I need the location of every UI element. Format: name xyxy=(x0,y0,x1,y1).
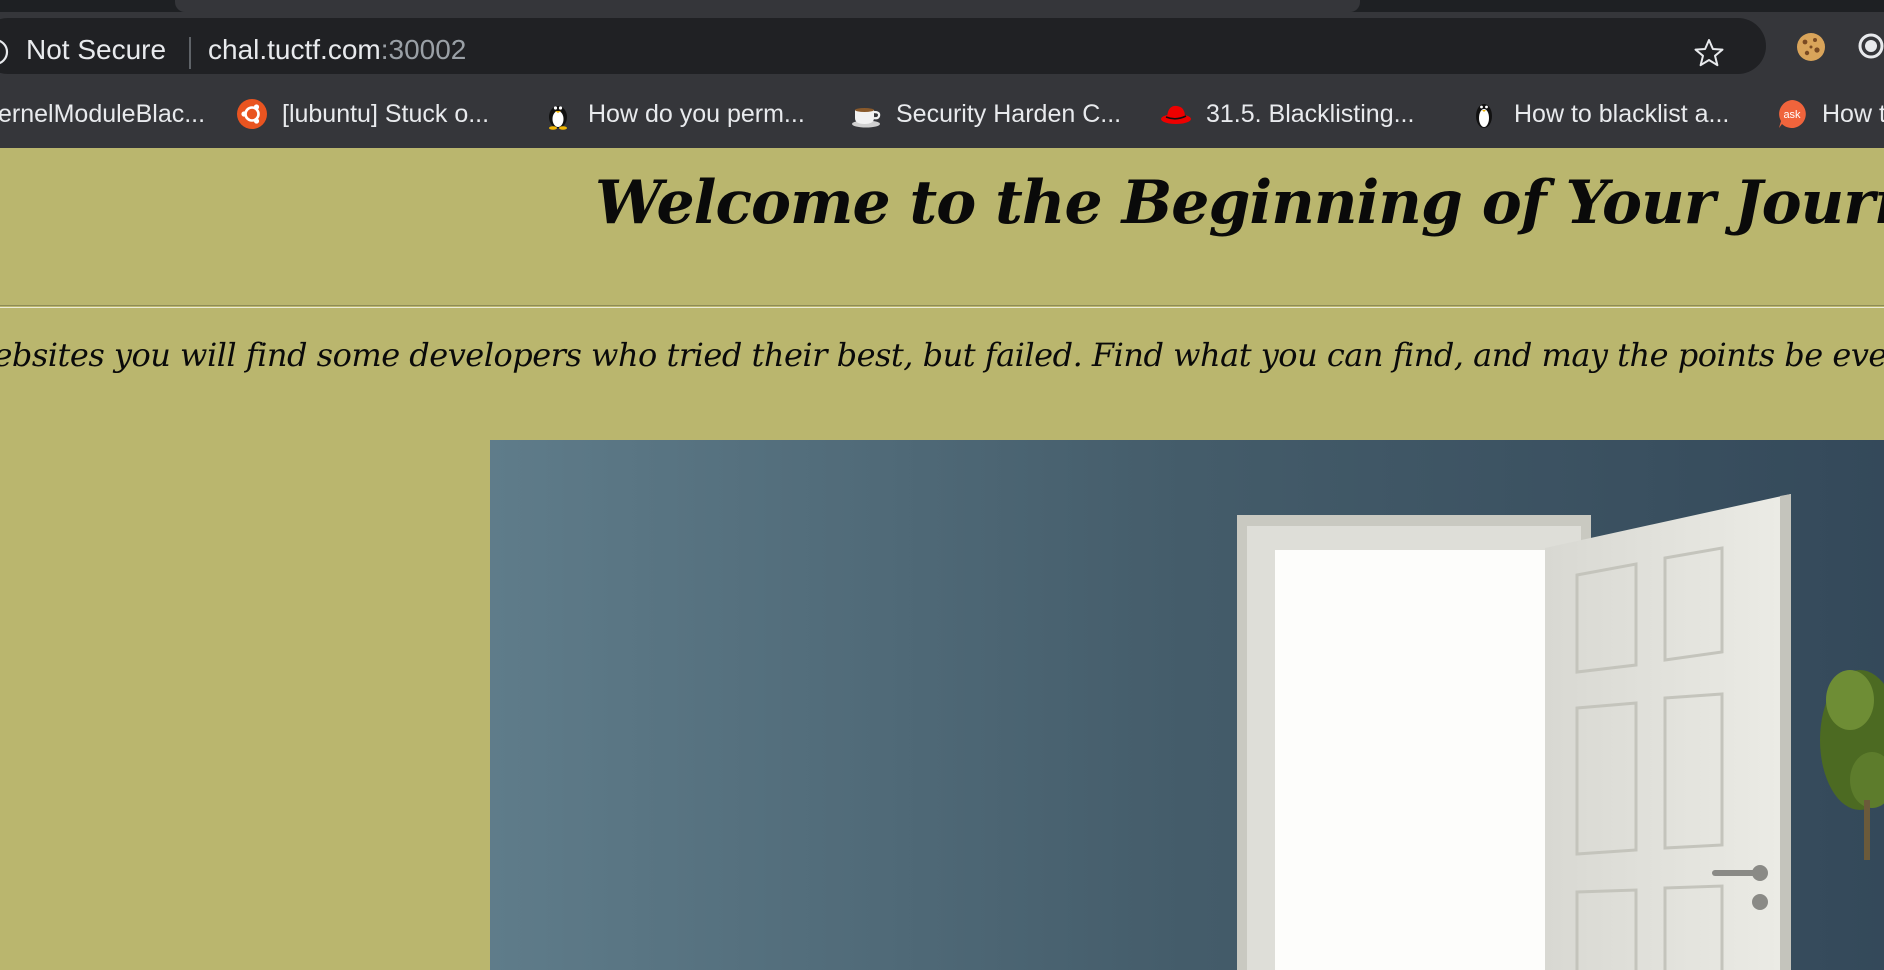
address-bar[interactable]: Not Secure chal.tuctf.com:30002 xyxy=(0,18,1766,74)
browser-toolbar: Not Secure chal.tuctf.com:30002 xyxy=(0,12,1884,80)
info-icon[interactable] xyxy=(0,37,10,67)
url-text[interactable]: chal.tuctf.com:30002 xyxy=(208,34,466,66)
coffee-cup-icon xyxy=(852,108,881,128)
url-port: :30002 xyxy=(380,34,467,65)
bookmark-label: Security Harden C... xyxy=(896,99,1122,128)
bookmark-item[interactable]: How to blacklist a... xyxy=(1468,94,1729,134)
page-content: Welcome to the Beginning of Your Journey… xyxy=(0,148,1884,970)
horizontal-rule xyxy=(0,305,1884,308)
address-divider xyxy=(189,37,191,69)
bookmark-label: 31.5. Blacklisting... xyxy=(1206,99,1415,128)
bookmark-star-icon[interactable] xyxy=(1692,36,1726,70)
active-tab[interactable] xyxy=(175,0,1360,12)
cookie-icon[interactable] xyxy=(1794,30,1828,64)
tux-icon xyxy=(549,106,567,130)
bookmark-label: ernelModuleBlac... xyxy=(0,99,206,128)
bookmark-label: How do you perm... xyxy=(588,99,805,128)
bookmarks-bar: ernelModuleBlac... [lubuntu] Stuck o... … xyxy=(0,80,1884,148)
page-title: Welcome to the Beginning of Your Journey xyxy=(595,168,1884,238)
tab-strip xyxy=(0,0,1884,12)
url-host: chal.tuctf.com xyxy=(208,34,381,65)
intro-text: w websites you will find some developers… xyxy=(0,336,1884,374)
penguin-icon xyxy=(1476,104,1492,128)
bookmark-item[interactable]: 31.5. Blacklisting... xyxy=(1160,94,1414,134)
bookmark-item[interactable]: Security Harden C... xyxy=(850,94,1121,134)
bookmark-label: How to blacklist a... xyxy=(1514,99,1730,128)
bookmark-item[interactable]: ask How t xyxy=(1776,94,1884,134)
redhat-icon xyxy=(1161,105,1191,124)
svg-text:ask: ask xyxy=(1783,109,1801,121)
bookmark-item[interactable]: [lubuntu] Stuck o... xyxy=(236,94,489,134)
extension-icon[interactable] xyxy=(1856,30,1884,64)
bookmark-item[interactable]: How do you perm... xyxy=(542,94,805,134)
security-status[interactable]: Not Secure xyxy=(26,34,166,66)
bookmark-label: [lubuntu] Stuck o... xyxy=(282,99,490,128)
ubuntu-icon xyxy=(237,99,267,129)
bookmark-item[interactable]: ernelModuleBlac... xyxy=(0,94,205,134)
open-door-image xyxy=(490,440,1884,970)
bookmark-label: How t xyxy=(1822,99,1884,128)
ask-icon: ask xyxy=(1779,100,1806,128)
